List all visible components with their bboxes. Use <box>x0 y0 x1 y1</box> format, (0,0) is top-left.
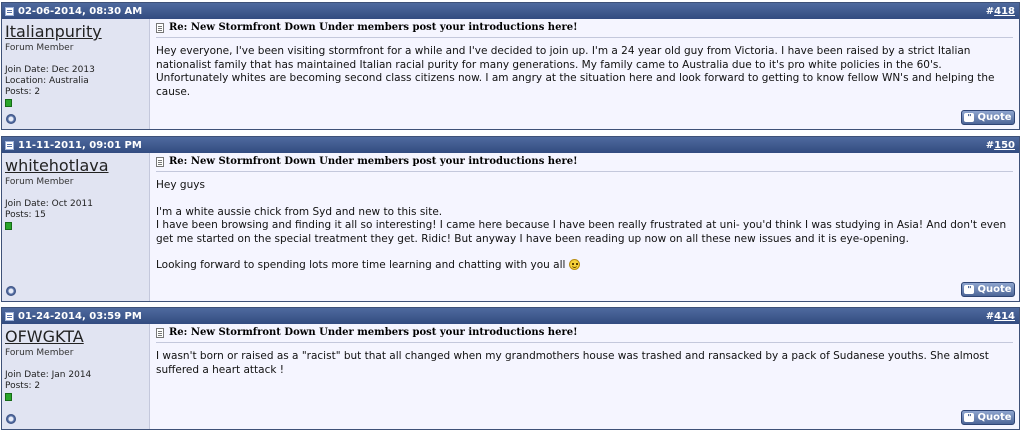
forum-post: 02-06-2014, 08:30 AM #418 Italianpurity … <box>1 2 1020 130</box>
smiley-icon <box>568 259 580 270</box>
user-details: Join Date: Jan 2014 Posts: 2 <box>5 370 146 401</box>
post-title: Re: New Stormfront Down Under members po… <box>156 22 1013 38</box>
quote-label: Quote <box>977 284 1012 295</box>
post-number-link[interactable]: 150 <box>994 140 1015 151</box>
forum-post: 01-24-2014, 03:59 PM #414 OFWGKTA Forum … <box>1 307 1020 430</box>
post-content: Re: New Stormfront Down Under members po… <box>150 324 1019 429</box>
quote-button[interactable]: " Quote <box>961 282 1015 297</box>
post-number: #150 <box>985 139 1015 151</box>
quote-button[interactable]: " Quote <box>961 410 1015 425</box>
user-title: Forum Member <box>5 177 74 187</box>
post-date: 02-06-2014, 08:30 AM <box>18 5 143 17</box>
document-icon <box>156 327 164 338</box>
user-status-icon[interactable] <box>6 114 16 124</box>
post-title-text: Re: New Stormfront Down Under members po… <box>169 22 578 33</box>
user-title: Forum Member <box>5 43 74 53</box>
post-number-link[interactable]: 418 <box>994 6 1015 17</box>
post-title-text: Re: New Stormfront Down Under members po… <box>169 156 578 167</box>
post-header: 11-11-2011, 09:01 PM #150 <box>2 137 1019 153</box>
user-details: Join Date: Dec 2013 Location: Australia … <box>5 65 146 107</box>
post-count: Posts: 2 <box>5 381 41 391</box>
post-message: I wasn't born or raised as a "racist" bu… <box>156 350 993 376</box>
post-icon <box>5 311 14 321</box>
username-link[interactable]: whitehotlava <box>5 157 146 175</box>
post-icon <box>5 6 14 16</box>
message-paragraph: Looking forward to spending lots more ti… <box>156 259 1013 273</box>
user-status-icon[interactable] <box>6 286 16 296</box>
user-status-icon[interactable] <box>6 414 16 424</box>
reputation-icon <box>5 393 12 401</box>
message-paragraph: I'm a white aussie chick from Syd and ne… <box>156 205 1007 245</box>
quote-icon: " <box>964 413 975 422</box>
user-title: Forum Member <box>5 348 74 358</box>
quote-icon: " <box>964 285 975 294</box>
quote-icon: " <box>964 113 975 122</box>
document-icon <box>156 156 164 167</box>
post-title: Re: New Stormfront Down Under members po… <box>156 327 1013 343</box>
quote-label: Quote <box>977 412 1012 423</box>
forum-post: 11-11-2011, 09:01 PM #150 whitehotlava F… <box>1 136 1020 302</box>
document-icon <box>156 22 164 33</box>
post-count: Posts: 15 <box>5 210 46 220</box>
username-link[interactable]: Italianpurity <box>5 23 146 41</box>
post-message: Hey guys I'm a white aussie chick from Sy… <box>156 172 1013 273</box>
location: Location: Australia <box>5 76 89 86</box>
post-title-text: Re: New Stormfront Down Under members po… <box>169 327 578 338</box>
quote-label: Quote <box>977 112 1012 123</box>
post-message: Hey everyone, I've been visiting stormfr… <box>156 45 998 98</box>
reputation-icon <box>5 99 12 107</box>
user-info: Italianpurity Forum Member Join Date: De… <box>2 19 150 129</box>
message-text: Looking forward to spending lots more ti… <box>156 259 569 271</box>
post-header: 02-06-2014, 08:30 AM #418 <box>2 3 1019 19</box>
post-number: #414 <box>985 310 1015 322</box>
reputation-icon <box>5 222 12 230</box>
join-date: Join Date: Jan 2014 <box>5 370 92 380</box>
post-date: 01-24-2014, 03:59 PM <box>18 310 142 322</box>
user-info: whitehotlava Forum Member Join Date: Oct… <box>2 153 150 301</box>
message-paragraph: Hey guys <box>156 179 205 191</box>
join-date: Join Date: Oct 2011 <box>5 199 93 209</box>
username-link[interactable]: OFWGKTA <box>5 328 146 346</box>
post-number-link[interactable]: 414 <box>994 311 1015 322</box>
post-icon <box>5 140 14 150</box>
post-count: Posts: 2 <box>5 87 41 97</box>
user-info: OFWGKTA Forum Member Join Date: Jan 2014… <box>2 324 150 429</box>
post-content: Re: New Stormfront Down Under members po… <box>150 19 1019 129</box>
post-header: 01-24-2014, 03:59 PM #414 <box>2 308 1019 324</box>
post-title: Re: New Stormfront Down Under members po… <box>156 156 1013 172</box>
post-content: Re: New Stormfront Down Under members po… <box>150 153 1019 301</box>
quote-button[interactable]: " Quote <box>961 110 1015 125</box>
post-date: 11-11-2011, 09:01 PM <box>18 139 142 151</box>
user-details: Join Date: Oct 2011 Posts: 15 <box>5 199 146 230</box>
post-number: #418 <box>985 5 1015 17</box>
join-date: Join Date: Dec 2013 <box>5 65 95 75</box>
